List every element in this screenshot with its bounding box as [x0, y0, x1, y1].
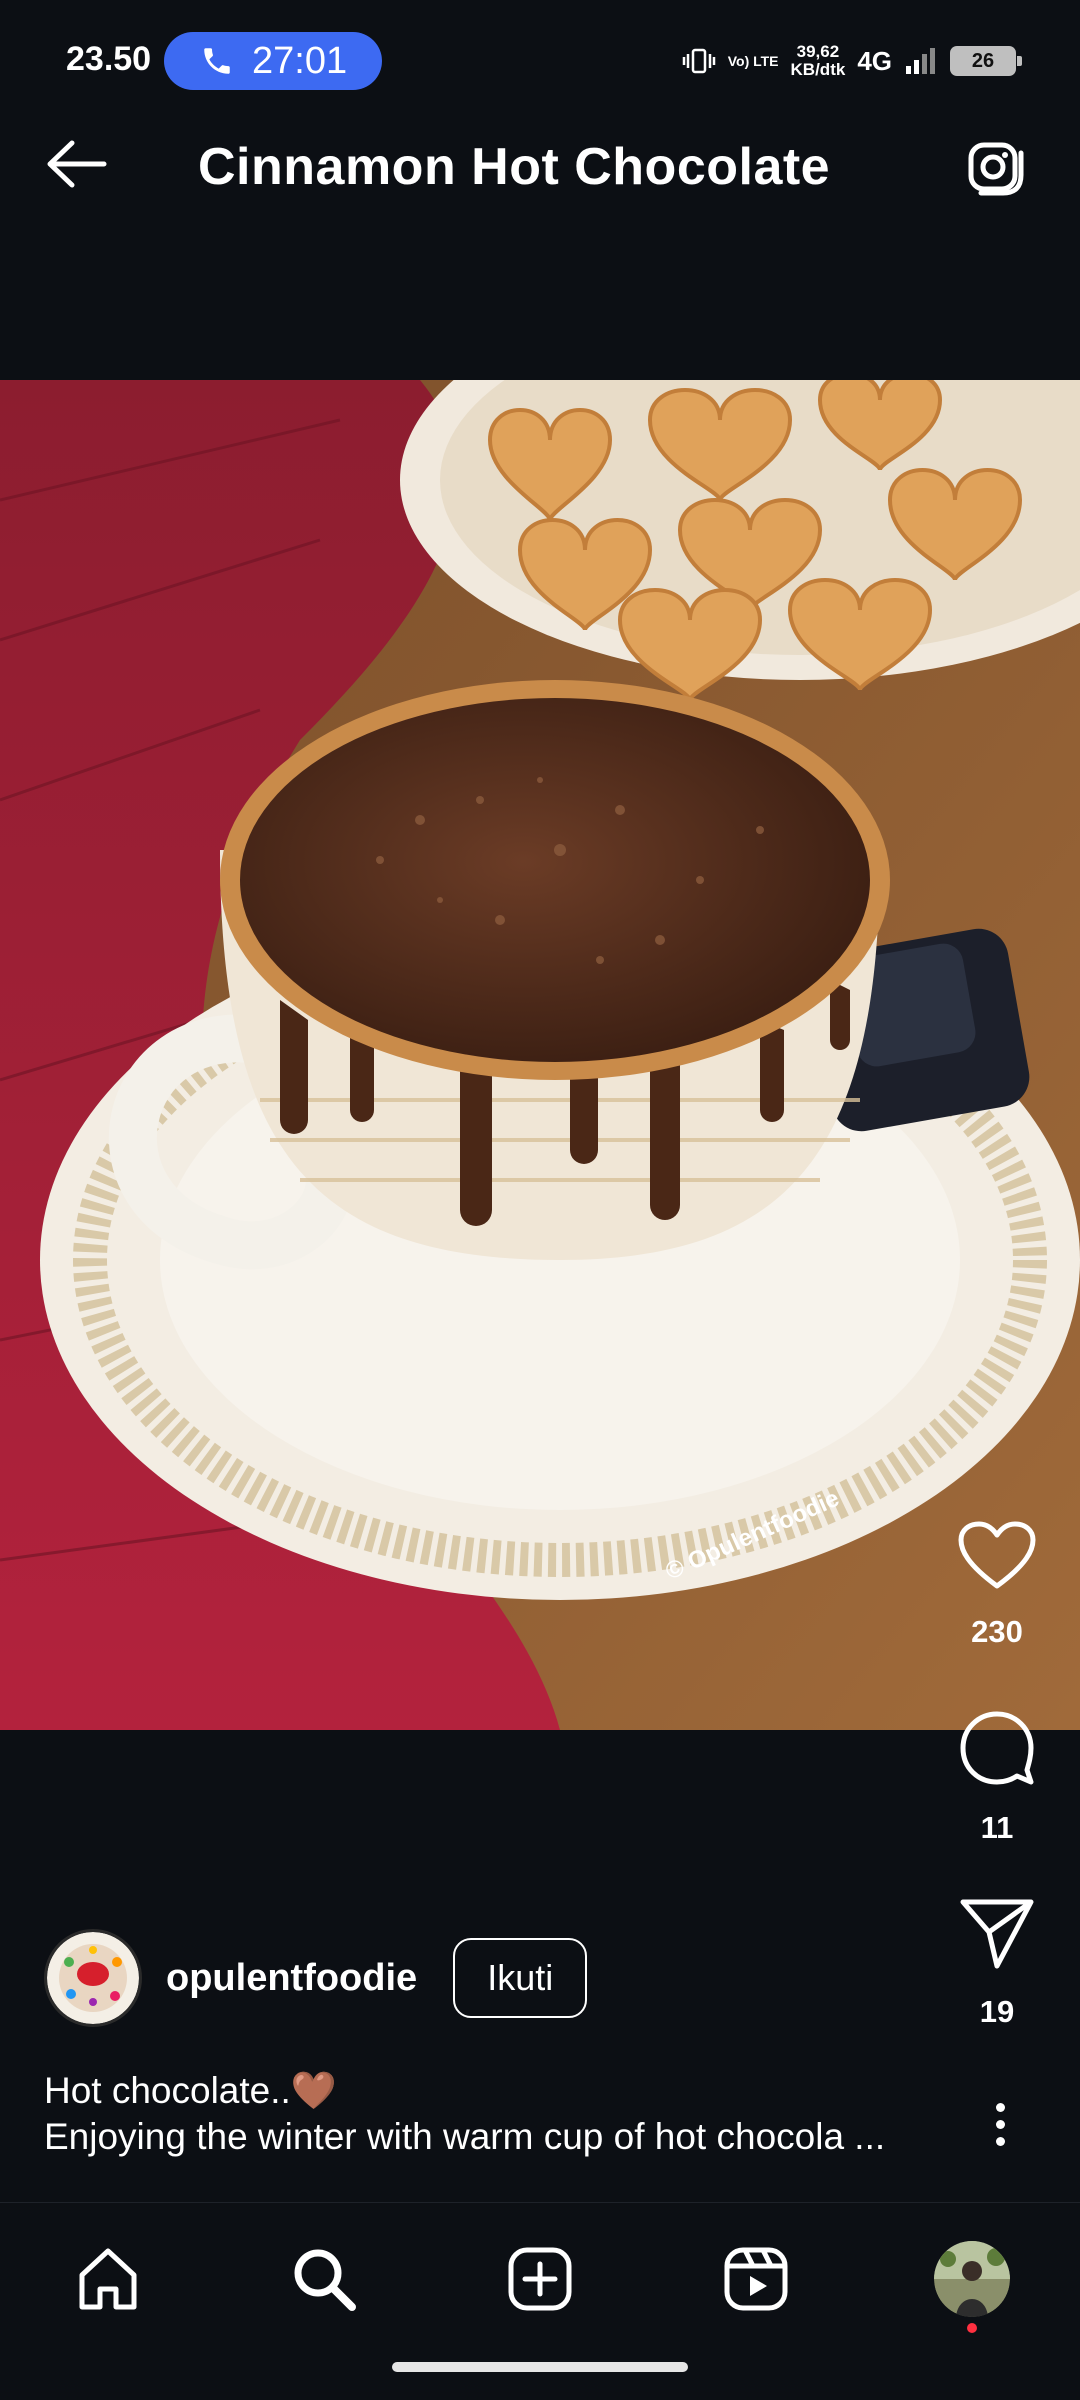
call-timer: 27:01: [252, 39, 348, 82]
network-type: 4G: [857, 45, 892, 76]
status-time: 23.50: [66, 40, 152, 78]
ongoing-call-pill[interactable]: 27:01: [164, 32, 382, 90]
notification-dot: [967, 2323, 977, 2333]
nav-home[interactable]: [68, 2239, 148, 2319]
nav-create[interactable]: [500, 2239, 580, 2319]
author-username[interactable]: opulentfoodie: [166, 1957, 417, 2000]
profile-avatar: [934, 2241, 1010, 2317]
status-bar: 23.50 27:01 Vo) LTE 39,62 KB/dtk 4G 26: [0, 0, 1080, 92]
reels-icon: [724, 2247, 788, 2311]
phone-icon: [204, 48, 230, 74]
comment-count: 11: [980, 1810, 1014, 1845]
caption-line-2: Enjoying the winter with warm cup of hot…: [44, 2116, 886, 2157]
post-caption[interactable]: Hot chocolate..🤎 Enjoying the winter wit…: [44, 2068, 944, 2160]
nav-search[interactable]: [284, 2239, 364, 2319]
battery-level: 26: [971, 49, 995, 72]
vibrate-icon: [682, 48, 715, 74]
share-count: 19: [979, 1994, 1015, 2029]
author-row: opulentfoodie Ikuti: [44, 1928, 588, 2028]
home-indicator[interactable]: [392, 2362, 688, 2372]
like-action: 230: [937, 1520, 1057, 1650]
plus-square-icon: [508, 2247, 572, 2311]
network-speed-unit: KB/dtk: [790, 60, 846, 79]
share-action: 19: [937, 1896, 1057, 2030]
page-title: Cinnamon Hot Chocolate: [198, 138, 831, 196]
header: Cinnamon Hot Chocolate: [0, 92, 1080, 252]
back-button[interactable]: [40, 134, 112, 194]
network-speed: 39,62 KB/dtk: [791, 43, 846, 79]
home-icon: [79, 2248, 137, 2310]
network-speed-value: 39,62: [796, 42, 840, 61]
post-photo[interactable]: © Opulentfoodie: [0, 380, 1080, 1730]
camera-icon: [968, 142, 1024, 196]
follow-button[interactable]: Ikuti: [453, 1938, 588, 2018]
more-options-button[interactable]: [980, 2094, 1020, 2154]
caption-line-1: Hot chocolate..🤎: [44, 2070, 337, 2111]
heart-icon[interactable]: [957, 1520, 1037, 1592]
nav-profile[interactable]: [932, 2239, 1012, 2333]
camera-button[interactable]: [962, 132, 1032, 202]
search-icon: [294, 2249, 356, 2311]
status-icons: Vo) LTE 39,62 KB/dtk 4G 26: [682, 38, 1022, 84]
nav-reels[interactable]: [716, 2239, 796, 2319]
like-count[interactable]: 230: [971, 1614, 1023, 1650]
comment-action: 11: [937, 1708, 1057, 1846]
more-vertical-icon: [995, 2102, 1005, 2112]
hot-chocolate-image: © Opulentfoodie: [0, 380, 1080, 1730]
comment-bubble-icon[interactable]: [957, 1708, 1037, 1788]
volte-label: Vo) LTE: [727, 53, 779, 69]
paper-plane-icon[interactable]: [957, 1896, 1037, 1972]
signal-icon: [906, 48, 935, 74]
battery-icon: 26: [950, 46, 1022, 76]
arrow-left-icon: [47, 140, 107, 188]
author-avatar[interactable]: [44, 1929, 142, 2027]
